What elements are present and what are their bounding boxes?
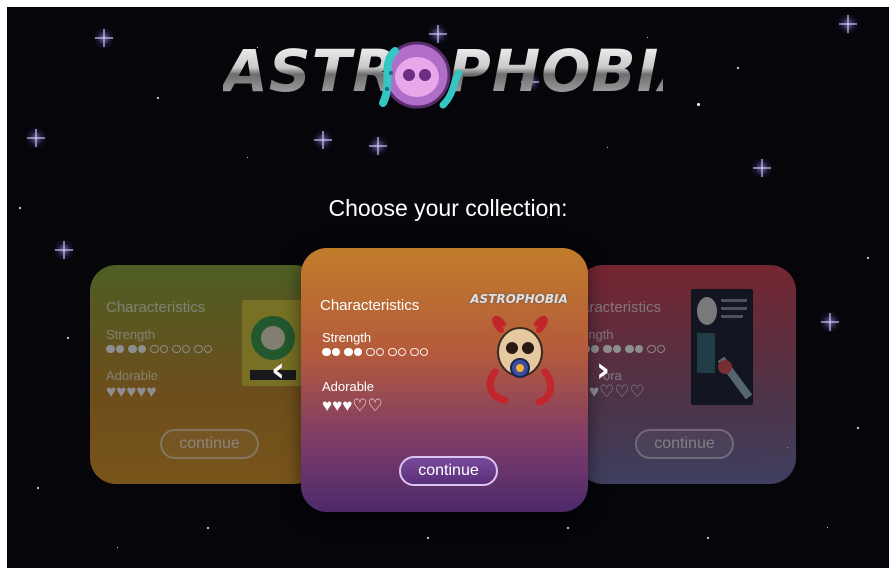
strength-meter: [322, 348, 428, 356]
strength-meter: [581, 345, 665, 353]
collection-card-selected[interactable]: Characteristics Strength Adorable ♥♥♥♡♡ …: [301, 248, 588, 512]
adorable-label: Adorable: [106, 368, 159, 383]
collection-artwork-image: [691, 289, 753, 405]
next-arrow-icon[interactable]: ›: [596, 353, 610, 387]
strength-label: Strength: [322, 330, 372, 345]
collection-artwork-image: [486, 315, 555, 406]
game-screen: ASTROPHOBIA Choose your collection: Char…: [7, 7, 889, 568]
card-title: Characteristics: [106, 299, 206, 316]
page-title: Choose your collection:: [328, 195, 568, 221]
strength-label: Strength: [106, 327, 156, 342]
adorable-hearts: ♥♥♥♥♥: [106, 382, 157, 401]
card-title: Characteristics: [320, 297, 420, 314]
continue-button[interactable]: continue: [635, 429, 734, 459]
previous-arrow-icon[interactable]: ‹: [271, 353, 285, 387]
collection-card-left[interactable]: Characteristics Strength Adorable ♥♥♥♥♥ …: [90, 265, 320, 484]
continue-button[interactable]: continue: [160, 429, 259, 459]
collection-logo-badge: ASTROPHOBIA: [470, 292, 568, 306]
game-logo: ASTROPHOBIA: [223, 29, 704, 119]
adorable-hearts: ♥♥♥♡♡: [322, 396, 383, 415]
strength-meter: [106, 345, 212, 353]
continue-button[interactable]: continue: [399, 456, 498, 486]
adorable-label: Adorable: [322, 379, 375, 394]
card-title: aracteristics: [581, 299, 662, 316]
astronaut-helmet-icon: [379, 41, 463, 109]
